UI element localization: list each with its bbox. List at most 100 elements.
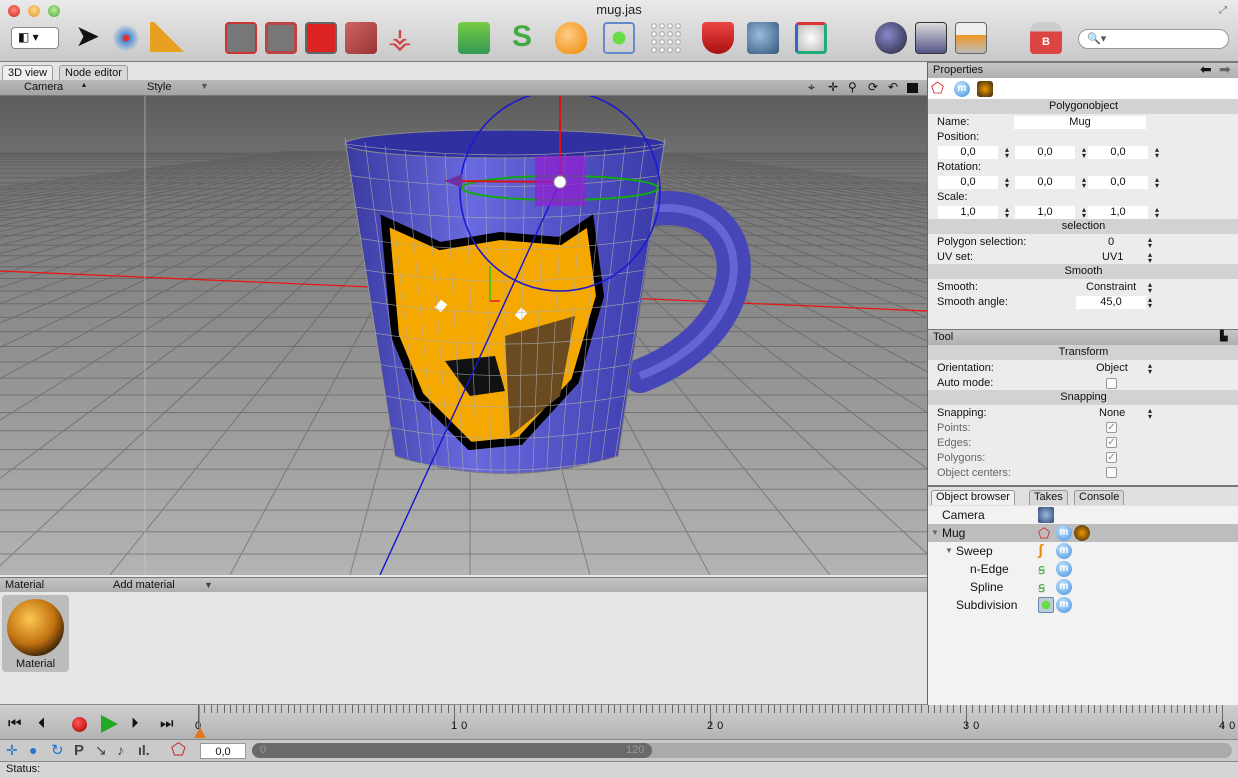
name-field[interactable]: Mug xyxy=(1014,116,1146,129)
camera-icon[interactable] xyxy=(747,22,779,54)
stepper-icon[interactable]: ▴ ▾ xyxy=(1155,176,1161,190)
position-x-field[interactable]: 0,0 xyxy=(938,146,998,159)
style-menu[interactable]: Style xyxy=(147,81,171,93)
ruler-icon[interactable] xyxy=(150,22,184,52)
weight-icon[interactable]: B xyxy=(1030,22,1062,54)
current-frame-field[interactable]: 0,0 xyxy=(200,743,246,759)
next-frame-button[interactable]: ⏵ xyxy=(131,715,139,732)
forward-arrow-icon[interactable]: ➡ xyxy=(1219,61,1231,78)
back-arrow-icon[interactable]: ⬅ xyxy=(1200,61,1212,78)
stepper-icon[interactable]: ▴ ▾ xyxy=(1148,362,1154,376)
polygon-selection-value[interactable]: 0 xyxy=(1108,236,1114,248)
smooth-angle-field[interactable]: 45,0 xyxy=(1076,296,1146,309)
points-mode-icon[interactable] xyxy=(225,22,257,54)
stepper-icon[interactable]: ▴ ▾ xyxy=(1155,146,1161,160)
polygon-tag-icon[interactable]: ⬠ xyxy=(931,80,949,98)
object-mode-icon[interactable] xyxy=(345,22,377,54)
stepper-icon[interactable]: ▴ ▾ xyxy=(1148,236,1154,250)
transform-icon[interactable] xyxy=(110,22,142,54)
particles-icon[interactable] xyxy=(650,22,682,54)
stepper-icon[interactable]: ▴ ▾ xyxy=(1005,206,1011,220)
stepper-icon[interactable]: ▴ ▾ xyxy=(1148,296,1154,310)
material-item[interactable]: Material xyxy=(2,595,69,672)
maximize-view-icon[interactable] xyxy=(907,83,918,93)
tab-console[interactable]: Console xyxy=(1074,490,1125,505)
orientation-select[interactable]: Object xyxy=(1096,362,1128,374)
scale-y-field[interactable]: 1,0 xyxy=(1015,206,1075,219)
graph-tool-icon[interactable]: ıl. xyxy=(138,742,150,758)
tab-object-browser[interactable]: Object browser xyxy=(931,490,1015,505)
modifier-icon[interactable] xyxy=(603,22,635,54)
position-z-field[interactable]: 0,0 xyxy=(1088,146,1148,159)
camera-select[interactable]: Camera xyxy=(24,81,63,93)
render-movie-icon[interactable] xyxy=(955,22,987,54)
render-settings-icon[interactable] xyxy=(915,22,947,54)
smooth-select[interactable]: Constraint xyxy=(1086,281,1136,293)
joint-icon[interactable]: ⚶ xyxy=(388,22,412,55)
path-tool-icon[interactable]: P xyxy=(74,742,84,759)
material-tag-icon[interactable]: m xyxy=(954,81,970,97)
timeline-ruler[interactable]: 0 10 20 30 40 xyxy=(195,705,1238,740)
playhead[interactable] xyxy=(194,727,206,738)
point-tool-icon[interactable]: ● xyxy=(29,742,37,758)
camera-stepper-icon[interactable]: ▴ xyxy=(82,80,86,89)
tab-node-editor[interactable]: Node editor xyxy=(59,65,128,80)
material-tag-icon[interactable]: m xyxy=(1056,579,1072,595)
record-button[interactable] xyxy=(72,717,87,732)
primitives-icon[interactable] xyxy=(458,22,490,54)
scale-x-field[interactable]: 1,0 xyxy=(938,206,998,219)
pointer-icon[interactable]: ➤ xyxy=(75,22,100,52)
creator-icon[interactable] xyxy=(555,22,587,54)
position-y-field[interactable]: 0,0 xyxy=(1015,146,1075,159)
layout-select[interactable]: ◧ ▾ xyxy=(11,27,59,49)
zoom-view-icon[interactable]: ⚲ xyxy=(848,80,857,94)
undo-view-icon[interactable]: ↶ xyxy=(888,80,898,94)
light-icon[interactable] xyxy=(795,22,827,54)
scale-z-field[interactable]: 1,0 xyxy=(1088,206,1148,219)
chevron-down-icon[interactable]: ▼ xyxy=(200,81,209,91)
stepper-icon[interactable]: ▴ ▾ xyxy=(1005,176,1011,190)
edges-mode-icon[interactable] xyxy=(265,22,297,54)
snapping-select[interactable]: None xyxy=(1099,407,1125,419)
go-to-start-button[interactable]: ⏮ xyxy=(8,715,22,732)
object-row-n-edge[interactable]: n-Edge ꞩ m xyxy=(928,560,1238,578)
rotation-z-field[interactable]: 0,0 xyxy=(1088,176,1148,189)
search-input[interactable]: 🔍▾ xyxy=(1078,29,1229,49)
chevron-down-icon[interactable]: ▼ xyxy=(204,580,213,590)
disclosure-triangle-icon[interactable]: ▼ xyxy=(931,524,939,542)
material-tag-icon[interactable]: m xyxy=(1056,561,1072,577)
factory-icon[interactable]: ▙ xyxy=(1220,331,1228,342)
material-tag-icon[interactable]: m xyxy=(1056,543,1072,559)
texture-tag-icon[interactable] xyxy=(1074,525,1090,541)
object-row-mug[interactable]: ▼ Mug ⬠ m xyxy=(928,524,1238,542)
stepper-icon[interactable]: ▴ ▾ xyxy=(1005,146,1011,160)
deformer-icon[interactable] xyxy=(702,22,734,54)
play-button[interactable] xyxy=(101,715,118,733)
move-tool-icon[interactable]: ✛ xyxy=(6,742,18,759)
polygons-checkbox[interactable]: ✓ xyxy=(1106,452,1117,463)
fullscreen-icon[interactable]: ⤢ xyxy=(1219,5,1227,16)
stepper-icon[interactable]: ▴ ▾ xyxy=(1148,251,1154,265)
pan-view-icon[interactable]: ✛ xyxy=(828,80,838,94)
stepper-icon[interactable]: ▴ ▾ xyxy=(1148,407,1154,421)
uv-set-select[interactable]: UV1 xyxy=(1102,251,1123,263)
go-to-end-button[interactable]: ⏭ xyxy=(160,715,174,732)
object-centers-checkbox[interactable] xyxy=(1106,467,1117,478)
object-row-spline[interactable]: Spline ꞩ m xyxy=(928,578,1238,596)
rotation-y-field[interactable]: 0,0 xyxy=(1015,176,1075,189)
object-row-camera[interactable]: Camera xyxy=(928,506,1238,524)
rotate-view-icon[interactable]: ⟳ xyxy=(868,80,878,94)
stepper-icon[interactable]: ▴ ▾ xyxy=(1148,281,1154,295)
rotation-x-field[interactable]: 0,0 xyxy=(938,176,998,189)
render-icon[interactable] xyxy=(875,22,907,54)
add-material-menu[interactable]: Add material xyxy=(113,579,175,591)
spline-icon[interactable]: S xyxy=(512,20,532,54)
spline-tool-icon[interactable]: ♪ xyxy=(117,742,124,758)
texture-tag-icon[interactable] xyxy=(977,81,993,97)
3d-viewport[interactable] xyxy=(0,96,927,575)
object-row-sweep[interactable]: ▼ Sweep ʃ m xyxy=(928,542,1238,560)
disclosure-triangle-icon[interactable]: ▼ xyxy=(945,542,953,560)
previous-frame-button[interactable]: ⏴ xyxy=(38,715,46,732)
rotate-tool-icon[interactable]: ↻ xyxy=(51,741,64,759)
material-tag-icon[interactable]: m xyxy=(1056,597,1072,613)
